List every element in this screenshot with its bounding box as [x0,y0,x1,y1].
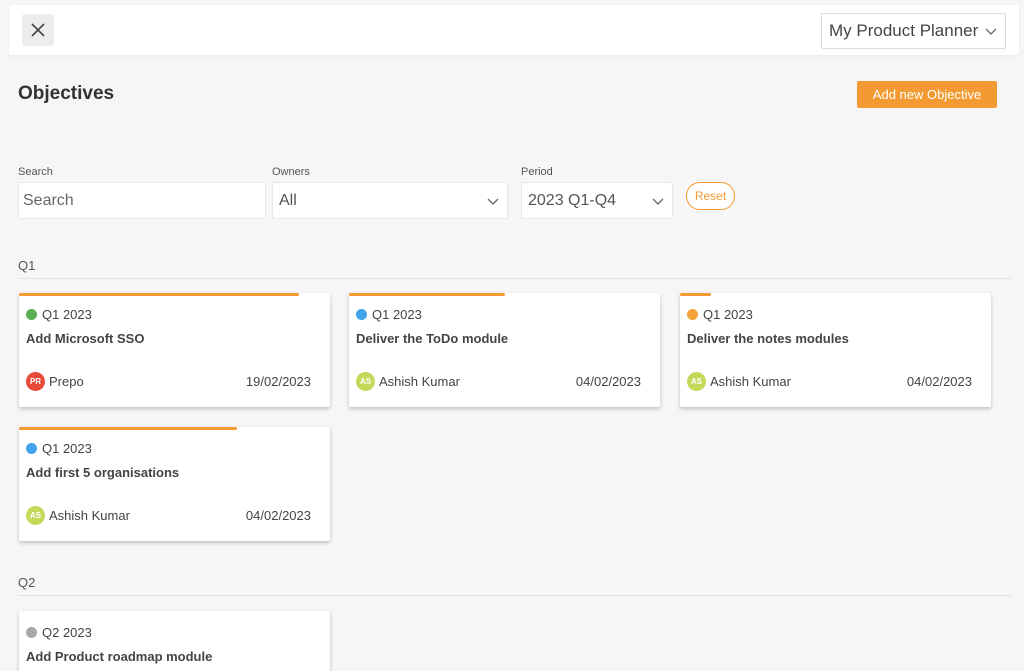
planner-select[interactable]: My Product Planner [821,13,1006,49]
owners-select-value: All [279,191,297,209]
card-date: 04/02/2023 [245,508,311,523]
avatar: AS [687,372,706,391]
card-quarter: Q1 2023 [372,307,422,322]
card-quarter: Q1 2023 [42,441,92,456]
planner-select-value: My Product Planner [829,21,979,40]
card-title: Deliver the ToDo module [356,331,509,346]
owner-name: Ashish Kumar [379,374,460,389]
reset-button[interactable]: Reset [686,182,735,210]
section-divider [18,278,1011,279]
section-divider [18,595,1011,596]
period-select[interactable]: 2023 Q1-Q4 [521,182,673,219]
status-dot [687,309,698,320]
close-button[interactable] [22,14,54,46]
progress-bar [349,293,505,296]
objective-card[interactable]: Q2 2023 Add Product roadmap module [19,611,330,671]
card-date: 04/02/2023 [575,374,641,389]
card-quarter: Q1 2023 [703,307,753,322]
search-placeholder: Search [23,191,74,209]
chevron-down-icon [985,28,997,35]
owner-name: Ashish Kumar [49,508,130,523]
status-dot [26,443,37,454]
card-title: Add first 5 organisations [26,465,180,480]
chevron-down-icon [487,198,499,205]
add-objective-button[interactable]: Add new Objective [857,81,997,108]
owners-select[interactable]: All [272,182,508,219]
owners-label: Owners [272,166,310,178]
owner-name: Ashish Kumar [710,374,791,389]
status-dot [26,309,37,320]
chevron-down-icon [652,198,664,205]
card-title: Add Microsoft SSO [26,331,145,346]
progress-bar [680,293,712,296]
owner-name: Prepo [49,374,84,389]
card-quarter: Q1 2023 [42,307,92,322]
progress-bar [19,427,237,430]
card-date: 04/02/2023 [906,374,972,389]
card-quarter: Q2 2023 [42,625,92,640]
top-bar: My Product Planner [9,5,1019,55]
card-title: Add Product roadmap module [26,649,213,664]
card-title: Deliver the notes modules [687,331,849,346]
card-date: 19/02/2023 [245,374,311,389]
objective-card[interactable]: Q1 2023 Deliver the notes modules AS Ash… [680,293,991,407]
progress-bar [19,293,299,296]
avatar: AS [26,506,45,525]
period-label: Period [521,166,553,178]
avatar: AS [356,372,375,391]
section-label-q1: Q1 [18,258,36,273]
page-title: Objectives [18,83,115,104]
objective-card[interactable]: Q1 2023 Add Microsoft SSO PR Prepo 19/02… [19,293,330,407]
close-icon [31,23,45,37]
objective-card[interactable]: Q1 2023 Deliver the ToDo module AS Ashis… [349,293,660,407]
section-label-q2: Q2 [18,575,36,590]
search-input[interactable]: Search [18,182,266,219]
objective-card[interactable]: Q1 2023 Add first 5 organisations AS Ash… [19,427,330,541]
status-dot [26,627,37,638]
status-dot [356,309,367,320]
avatar: PR [26,372,45,391]
period-select-value: 2023 Q1-Q4 [528,191,617,209]
search-label: Search [18,166,53,178]
